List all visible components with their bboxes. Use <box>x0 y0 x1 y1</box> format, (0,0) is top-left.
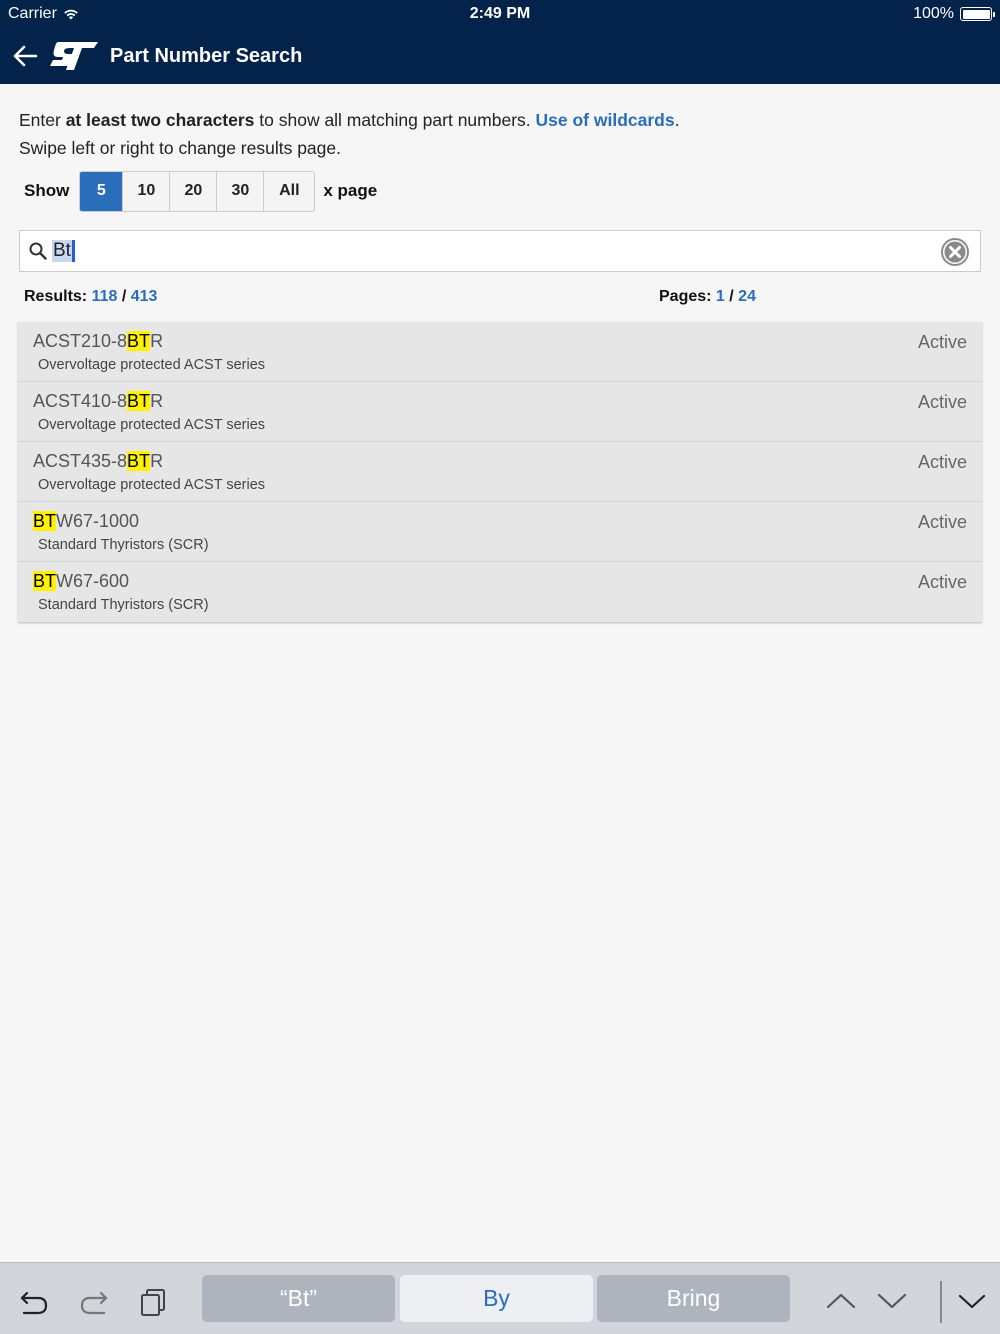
result-counts: Results: 118 / 413 Pages: 1 / 24 <box>24 288 1000 308</box>
result-item[interactable]: BTW67-1000 Standard Thyristors (SCR) Act… <box>18 502 982 562</box>
page-size-option-20[interactable]: 20 <box>170 171 218 211</box>
wildcards-link[interactable]: Use of wildcards <box>536 110 675 130</box>
instructions-suffix: to show all matching part numbers. <box>254 110 536 130</box>
part-number-suffix: W67-1000 <box>56 511 140 531</box>
page-current: 1 <box>715 288 725 305</box>
result-item[interactable]: BTW67-600 Standard Thyristors (SCR) Acti… <box>18 562 982 622</box>
part-number: ACST410-8BTR <box>33 391 163 412</box>
part-number: BTW67-600 <box>33 571 129 592</box>
part-number-suffix: R <box>150 451 164 471</box>
suggestion-literal[interactable]: “Bt” <box>202 1275 395 1322</box>
part-status: Active <box>917 512 967 532</box>
part-status: Active <box>917 572 967 592</box>
instructions-period: . <box>674 110 680 130</box>
page-size-option-all[interactable]: All <box>264 172 314 211</box>
part-description: Overvoltage protected ACST series <box>38 417 266 433</box>
part-status: Active <box>917 392 967 412</box>
instructions-prefix: Enter <box>19 110 66 130</box>
results-count: Results: 118 / 413 <box>24 288 659 308</box>
results-shown: 118 <box>91 288 118 305</box>
part-number: BTW67-1000 <box>33 511 139 532</box>
page-size-option-10[interactable]: 10 <box>123 171 171 211</box>
page-size-option-30[interactable]: 30 <box>217 171 265 211</box>
instructions-line-2: Swipe left or right to change results pa… <box>19 138 341 158</box>
part-number-prefix: ACST210-8 <box>33 331 128 351</box>
paste-icon[interactable] <box>138 1285 170 1317</box>
part-number-suffix: R <box>150 331 164 351</box>
top-bar: Carrier 2:49 PM 100% Part Number Search <box>0 0 1000 84</box>
part-number-match: BT <box>33 511 57 531</box>
pages-label: Pages: <box>659 288 712 305</box>
main-content: Enter at least two characters to show al… <box>0 84 1000 622</box>
pages-count: Pages: 1 / 24 <box>659 288 756 308</box>
result-item[interactable]: ACST210-8BTR Overvoltage protected ACST … <box>18 322 982 382</box>
part-number-prefix: ACST410-8 <box>33 391 128 411</box>
part-number-match: BT <box>127 391 151 411</box>
search-value: Bt <box>52 240 72 262</box>
results-separator: / <box>117 288 131 305</box>
search-icon <box>29 242 47 260</box>
suggestion-primary[interactable]: By <box>400 1275 593 1322</box>
battery-group: 100% <box>913 5 995 23</box>
page-size-selector: Show 5 10 20 30 All x page <box>24 170 1000 212</box>
back-arrow-icon[interactable] <box>12 43 38 69</box>
instructions-bold: at least two characters <box>65 110 255 130</box>
chevron-down-icon[interactable] <box>876 1285 908 1317</box>
part-number-match: BT <box>127 451 151 471</box>
keyboard-shortcut-bar: “Bt” By Bring <box>0 1262 1000 1334</box>
suggestion-alternate[interactable]: Bring <box>597 1275 790 1322</box>
part-status: Active <box>917 452 967 472</box>
keyboard-bar-divider <box>940 1281 942 1323</box>
part-description: Standard Thyristors (SCR) <box>38 537 209 553</box>
part-number-suffix: R <box>150 391 164 411</box>
part-number-match: BT <box>127 331 151 351</box>
instructions: Enter at least two characters to show al… <box>0 84 1000 162</box>
part-number-suffix: W67-600 <box>56 571 130 591</box>
chevron-up-icon[interactable] <box>825 1285 857 1317</box>
clear-search-icon[interactable] <box>940 237 970 267</box>
instructions-line-1: Enter at least two characters to show al… <box>19 106 981 134</box>
status-bar: Carrier 2:49 PM 100% <box>0 0 1000 28</box>
nav-bar: Part Number Search <box>0 28 1000 84</box>
page-title: Part Number Search <box>110 44 303 67</box>
result-item[interactable]: ACST410-8BTR Overvoltage protected ACST … <box>18 382 982 442</box>
st-logo-icon <box>50 42 98 70</box>
page-size-option-5[interactable]: 5 <box>80 171 124 211</box>
per-page-label: x page <box>323 181 378 200</box>
results-label: Results: <box>24 288 88 305</box>
result-item[interactable]: ACST435-8BTR Overvoltage protected ACST … <box>18 442 982 502</box>
undo-icon[interactable] <box>18 1285 50 1317</box>
results-total: 413 <box>130 288 158 305</box>
part-description: Overvoltage protected ACST series <box>38 477 266 493</box>
part-number: ACST435-8BTR <box>33 451 163 472</box>
search-input[interactable]: Bt <box>19 230 981 272</box>
battery-percent: 100% <box>913 5 954 22</box>
part-description: Overvoltage protected ACST series <box>38 357 266 373</box>
show-label: Show <box>24 181 70 200</box>
dismiss-keyboard-icon[interactable] <box>956 1285 988 1317</box>
pages-separator: / <box>724 288 739 305</box>
part-number-match: BT <box>33 571 57 591</box>
status-time: 2:49 PM <box>469 5 531 22</box>
part-number-prefix: ACST435-8 <box>33 451 128 471</box>
page-size-segmented-control: 5 10 20 30 All <box>79 170 316 212</box>
part-status: Active <box>917 332 967 352</box>
results-list: ACST210-8BTR Overvoltage protected ACST … <box>18 322 982 622</box>
pages-total: 24 <box>738 288 756 305</box>
part-number: ACST210-8BTR <box>33 331 163 352</box>
text-cursor <box>71 240 75 262</box>
part-description: Standard Thyristors (SCR) <box>38 597 209 613</box>
battery-icon <box>960 7 995 21</box>
redo-icon[interactable] <box>78 1285 110 1317</box>
